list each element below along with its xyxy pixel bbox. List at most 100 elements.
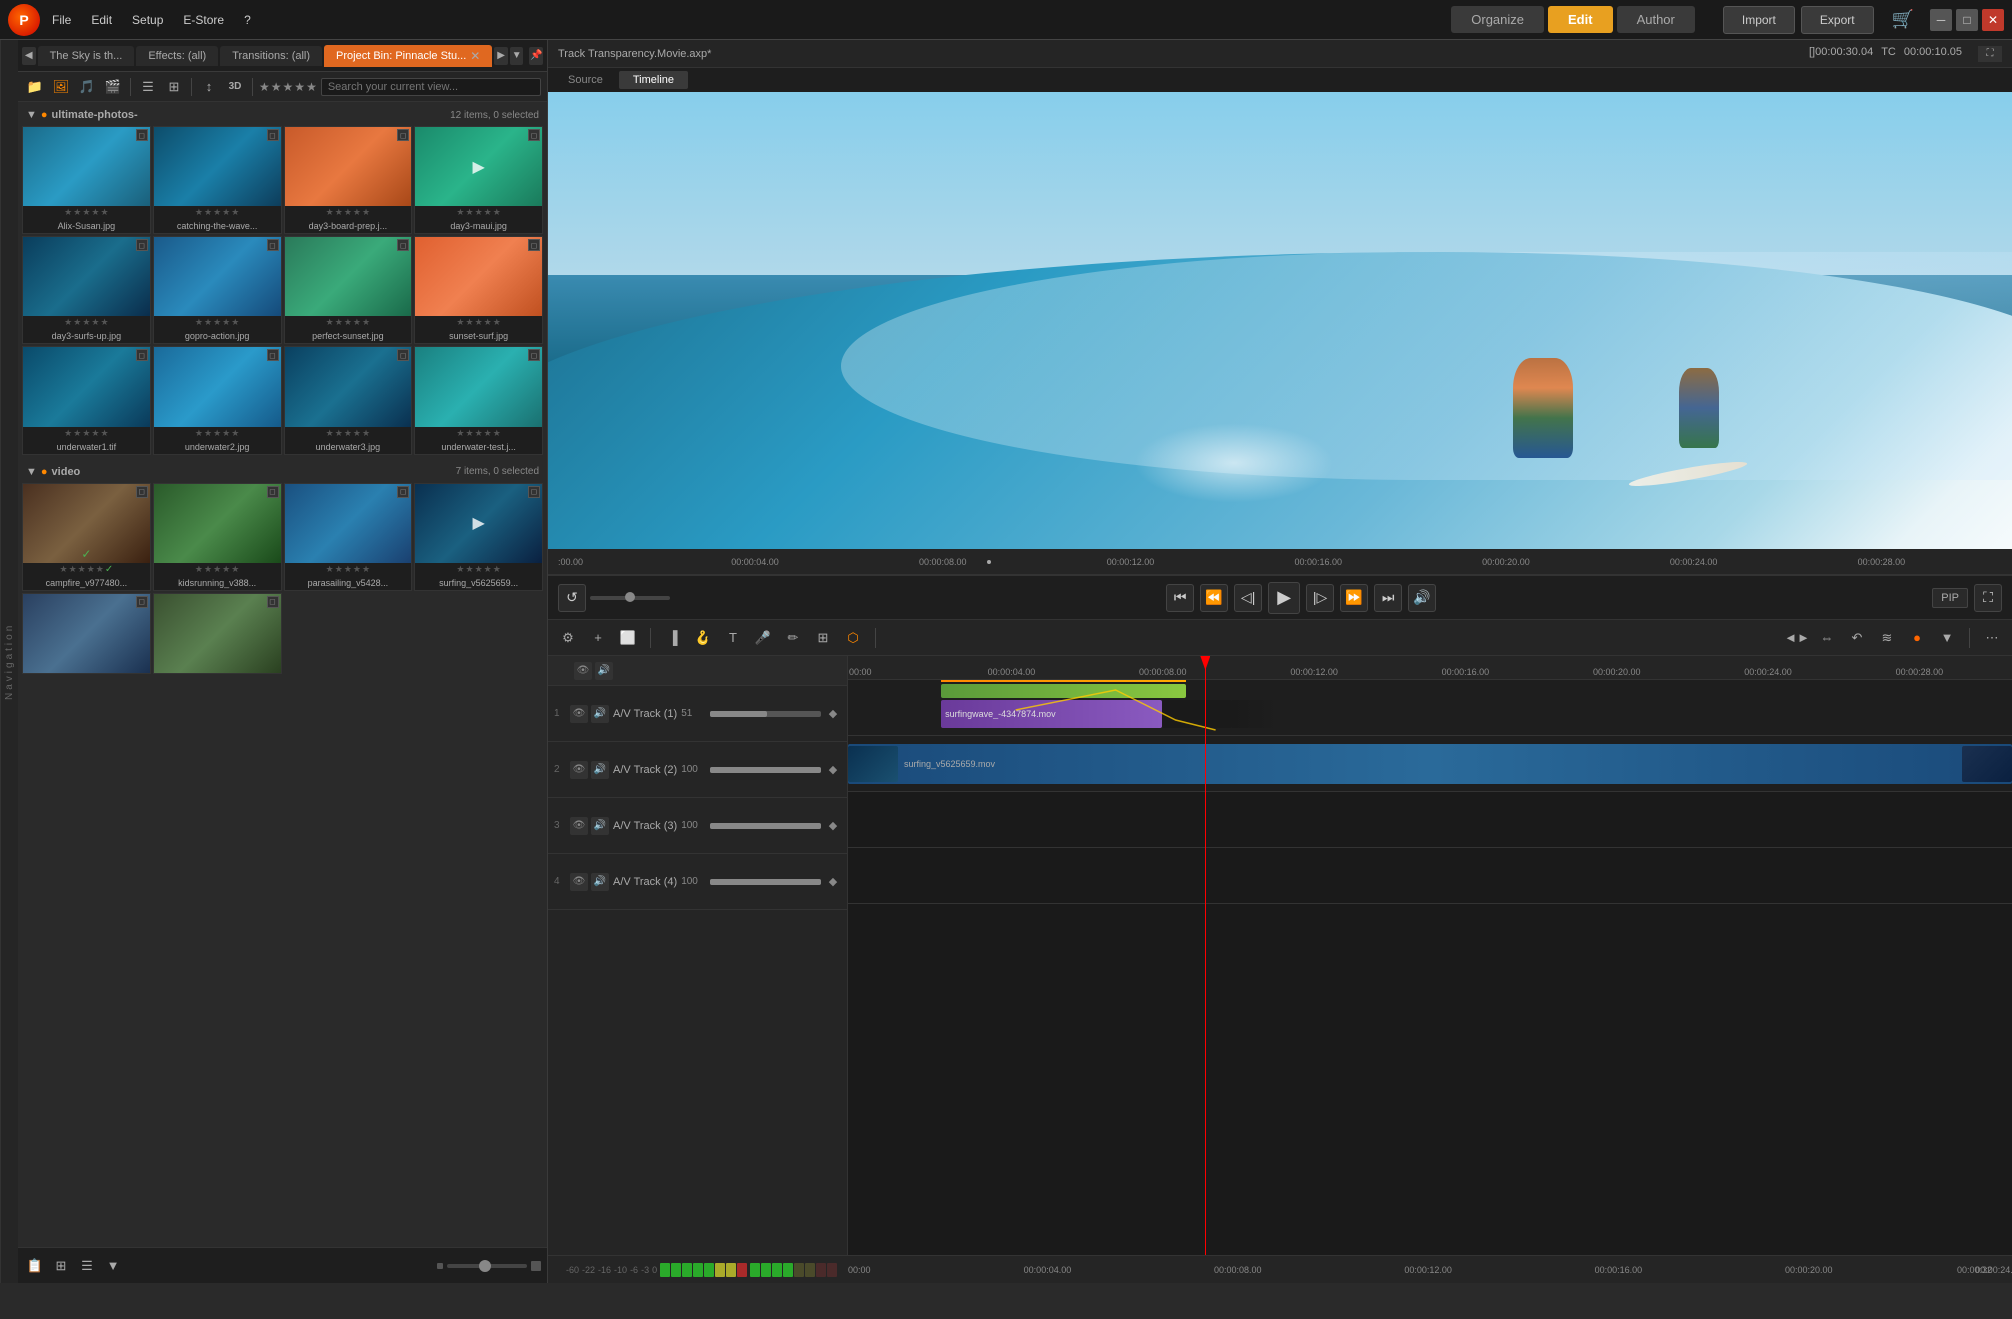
add-track-icon[interactable]: + (586, 626, 610, 650)
maximize-button[interactable]: □ (1956, 9, 1978, 31)
track4-audio-icon[interactable]: 🔊 (591, 873, 609, 891)
track2-keyframe-icon[interactable] (825, 762, 841, 778)
music-icon[interactable]: 🎵 (76, 76, 98, 98)
timeline-settings-icon[interactable]: ⚙ (556, 626, 580, 650)
hook-icon[interactable]: 🪝 (691, 626, 715, 650)
track1-vol-bar[interactable] (710, 711, 821, 717)
tab-sky[interactable]: The Sky is th... (38, 46, 135, 66)
photos-icon[interactable]: 🖼 (50, 76, 72, 98)
zoom-slider[interactable] (447, 1264, 527, 1268)
menu-edit[interactable]: Edit (87, 11, 116, 29)
video-item-4[interactable]: ◻ (22, 593, 151, 674)
prev-frame-button[interactable]: ◁| (1234, 584, 1262, 612)
color-icon[interactable]: ● (1905, 626, 1929, 650)
tl-extra-icon[interactable]: ⋯ (1980, 626, 2004, 650)
tab-effects[interactable]: Effects: (all) (136, 46, 218, 66)
step-fwd-button[interactable]: ⏩ (1340, 584, 1368, 612)
grid-icon[interactable]: ⊞ (811, 626, 835, 650)
track1-eye-icon[interactable]: 👁 (570, 705, 588, 723)
pip-button[interactable]: PIP (1932, 588, 1968, 608)
bar-chart-icon[interactable]: ▐ (661, 626, 685, 650)
track4-eye-icon[interactable]: 👁 (570, 873, 588, 891)
zoom-out-tl-icon[interactable]: ◄► (1785, 626, 1809, 650)
tab-prev-button[interactable]: ◀ (22, 47, 36, 65)
import-media-icon[interactable]: 📁 (24, 76, 46, 98)
audio-button[interactable]: 🔊 (1408, 584, 1436, 612)
track3-keyframe-icon[interactable] (825, 818, 841, 834)
mic-icon[interactable]: 🎤 (751, 626, 775, 650)
go-start-button[interactable]: ⏮ (1166, 584, 1194, 612)
cart-icon[interactable]: 🛒 (1892, 9, 1914, 30)
record-icon[interactable]: ⬜ (616, 626, 640, 650)
photo-item-10[interactable]: ◻ ★★★★★ underwater3.jpg (284, 346, 413, 454)
pen-icon[interactable]: ✏ (781, 626, 805, 650)
tab-source[interactable]: Source (554, 71, 617, 89)
photo-item-11[interactable]: ◻ ★★★★★ underwater-test.j... (414, 346, 543, 454)
track2-vol-bar[interactable] (710, 767, 821, 773)
zoom-thumb[interactable] (479, 1260, 491, 1272)
photo-item-0[interactable]: ◻ ★★★★★ Alix-Susan.jpg (22, 126, 151, 234)
photo-item-5[interactable]: ◻ ★★★★★ gopro-action.jpg (153, 236, 282, 344)
track4-vol-bar[interactable] (710, 879, 821, 885)
track1-audio-icon[interactable]: 🔊 (591, 705, 609, 723)
zoom-in-tl-icon[interactable]: ⇔ (1815, 626, 1839, 650)
menu-estore[interactable]: E-Store (179, 11, 228, 29)
add-bin-icon[interactable]: 📋 (24, 1255, 46, 1277)
photos-section-header[interactable]: ▼ ● ultimate-photos- 12 items, 0 selecte… (22, 106, 543, 124)
menu-setup[interactable]: Setup (128, 11, 167, 29)
photo-item-7[interactable]: ◻ ★★★★★ sunset-surf.jpg (414, 236, 543, 344)
loop-button[interactable]: ↺ (558, 584, 586, 612)
scrubber-area[interactable] (987, 549, 993, 574)
track3-eye-icon[interactable]: 👁 (570, 817, 588, 835)
photo-item-4[interactable]: ◻ ★★★★★ day3-surfs-up.jpg (22, 236, 151, 344)
photo-item-2[interactable]: ◻ ★★★★★ day3-board-prep.j... (284, 126, 413, 234)
track1-keyframe-icon[interactable] (825, 706, 841, 722)
tab-close-icon[interactable]: ✕ (470, 49, 480, 63)
close-button[interactable]: ✕ (1982, 9, 2004, 31)
step-back-button[interactable]: ⏪ (1200, 584, 1228, 612)
tab-transitions[interactable]: Transitions: (all) (220, 46, 322, 66)
menu-help[interactable]: ? (240, 11, 255, 29)
video-item-1[interactable]: ◻ ★★★★★ kidsrunning_v388... (153, 483, 282, 591)
grid-view-icon[interactable]: ⊞ (163, 76, 185, 98)
mode-author-button[interactable]: Author (1617, 6, 1695, 33)
grid-small-icon[interactable]: ⊞ (50, 1255, 72, 1277)
3d-icon[interactable]: 3D (224, 76, 246, 98)
ripple-icon[interactable]: ≋ (1875, 626, 1899, 650)
video-item-0[interactable]: ◻ ✓ ★★★★★ ✓ campfire_v977480... (22, 483, 151, 591)
mini-mute-icon[interactable]: 🔊 (595, 662, 613, 680)
photo-item-1[interactable]: ◻ ★★★★★ catching-the-wave... (153, 126, 282, 234)
video-item-5[interactable]: ◻ (153, 593, 282, 674)
tab-timeline[interactable]: Timeline (619, 71, 688, 89)
minimize-button[interactable]: ─ (1930, 9, 1952, 31)
import-button[interactable]: Import (1723, 6, 1795, 34)
next-frame-button[interactable]: |▷ (1306, 584, 1334, 612)
search-input[interactable] (321, 78, 541, 96)
text-icon[interactable]: T (721, 626, 745, 650)
video-section-header[interactable]: ▼ ● video 7 items, 0 selected (22, 463, 543, 481)
photo-item-3[interactable]: ▶ ◻ ★★★★★ day3-maui.jpg (414, 126, 543, 234)
track2-eye-icon[interactable]: 👁 (570, 761, 588, 779)
photo-item-8[interactable]: ◻ ★★★★★ underwater1.tif (22, 346, 151, 454)
go-end-button[interactable]: ⏭ (1374, 584, 1402, 612)
tab-next-button[interactable]: ▶ (494, 47, 508, 65)
play-button[interactable]: ▶ (1268, 582, 1300, 614)
track4-keyframe-icon[interactable] (825, 874, 841, 890)
video-item-3[interactable]: ▶ ◻ ★★★★★ surfing_v5625659... (414, 483, 543, 591)
mode-edit-button[interactable]: Edit (1548, 6, 1613, 33)
mini-eye-icon[interactable]: 👁 (574, 662, 592, 680)
clip-blue-long[interactable]: surfing_v5625659.mov (848, 744, 2012, 784)
undo-tl-icon[interactable]: ↶ (1845, 626, 1869, 650)
fullscreen-button[interactable]: ⛶ (1974, 584, 2002, 612)
tab-menu-button[interactable]: ▼ (510, 47, 524, 65)
sort-icon[interactable]: ↕ (198, 76, 220, 98)
mode-organize-button[interactable]: Organize (1451, 6, 1544, 33)
volume-slider-preview[interactable] (590, 596, 670, 600)
video-icon[interactable]: 🎬 (102, 76, 124, 98)
track3-vol-bar[interactable] (710, 823, 821, 829)
photo-item-6[interactable]: ◻ ★★★★★ perfect-sunset.jpg (284, 236, 413, 344)
menu-file[interactable]: File (48, 11, 75, 29)
more-icon[interactable]: ▼ (1935, 626, 1959, 650)
list-view-icon[interactable]: ☰ (137, 76, 159, 98)
tab-pin-button[interactable]: 📌 (529, 47, 543, 65)
